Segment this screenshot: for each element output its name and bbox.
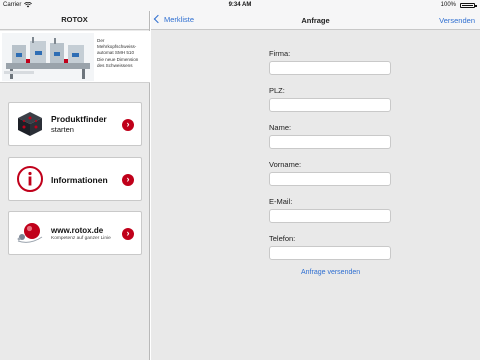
status-bar: Carrier 9:34 AM 100%: [0, 0, 480, 11]
website-card[interactable]: www.rotox.de Kompetenz auf ganzer Linie …: [8, 211, 142, 255]
card-title: Informationen: [51, 175, 108, 185]
informationen-card[interactable]: Informationen ›: [8, 157, 142, 201]
inquiry-form: Firma: PLZ: Name: Vorname: E-Mail: Telef…: [269, 49, 393, 271]
plz-field[interactable]: [269, 98, 391, 112]
detail-nav-bar: Merkliste Anfrage Versenden: [151, 11, 480, 30]
name-field[interactable]: [269, 135, 391, 149]
plz-label: PLZ:: [269, 86, 285, 95]
battery-icon: [460, 3, 477, 8]
telefon-label: Telefon:: [269, 234, 296, 243]
detail-pane: Merkliste Anfrage Versenden Firma: PLZ: …: [151, 11, 480, 360]
master-nav-bar: ROTOX: [0, 11, 149, 30]
promo-text: Der Mehrkopfschweiss- automat SMH 510 Di…: [97, 38, 149, 69]
produktfinder-card[interactable]: Produktfinder starten ›: [8, 102, 142, 146]
app-title: ROTOX: [61, 15, 88, 24]
chevron-right-icon[interactable]: ›: [122, 119, 134, 131]
chevron-right-icon[interactable]: ›: [122, 228, 134, 240]
promo-line: des Schweissens: [97, 62, 133, 68]
email-field[interactable]: [269, 209, 391, 223]
card-title: Produktfinder: [51, 114, 107, 124]
chevron-right-icon[interactable]: ›: [122, 174, 134, 186]
promo-banner[interactable]: Der Mehrkopfschweiss- automat SMH 510 Di…: [0, 31, 150, 83]
master-pane: ROTOX Der Mehrkopfschweiss- automat SMH …: [0, 11, 150, 360]
vorname-label: Vorname:: [269, 160, 302, 169]
page-title: Anfrage: [301, 16, 330, 25]
info-icon: [17, 166, 43, 192]
firma-label: Firma:: [269, 49, 291, 58]
name-label: Name:: [269, 123, 292, 132]
firma-field[interactable]: [269, 61, 391, 75]
card-subtitle: Kompetenz auf ganzer Linie: [51, 236, 111, 241]
vorname-field[interactable]: [269, 172, 391, 186]
rotox-logo-icon: [17, 223, 43, 243]
send-button[interactable]: Versenden: [439, 16, 475, 25]
clock: 9:34 AM: [228, 2, 252, 8]
email-label: E-Mail:: [269, 197, 293, 206]
card-title: www.rotox.de: [51, 226, 104, 235]
card-subtitle: starten: [51, 125, 74, 134]
battery-percent: 100%: [440, 2, 456, 8]
telefon-field[interactable]: [269, 246, 391, 260]
cube-icon: [18, 112, 42, 136]
submit-inquiry-button[interactable]: Anfrage versenden: [301, 269, 360, 276]
welding-machine-image: [2, 33, 94, 81]
